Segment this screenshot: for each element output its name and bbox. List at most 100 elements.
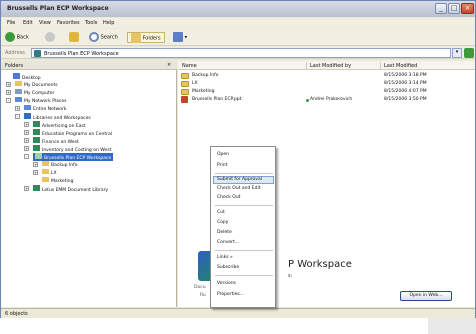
views-icon — [173, 32, 183, 42]
folder-icon — [181, 89, 189, 95]
menu-item-open[interactable]: Open — [217, 152, 229, 157]
expand-icon[interactable]: + — [24, 130, 29, 135]
open-in-web-button[interactable]: Open in Web... — [400, 291, 452, 301]
menu-item-cut[interactable]: Cut — [217, 210, 225, 215]
workspace-icon — [34, 50, 41, 57]
folder-tree-pane: Folders × Desktop + My Documents + My Co… — [1, 61, 177, 307]
forward-arrow-icon — [45, 32, 55, 42]
expand-icon[interactable]: + — [24, 138, 29, 143]
expand-icon[interactable]: + — [33, 162, 38, 167]
background-patch — [428, 318, 476, 334]
window-title: Brussells Plan ECP Workspace — [7, 5, 109, 12]
tree-item-inventory[interactable]: Inventory and Costing on West — [33, 145, 111, 153]
menu-bar: File Edit View Favorites Tools Help — [1, 18, 475, 28]
workspace-icon — [24, 113, 31, 119]
tree-item-advertising[interactable]: Advertising on East — [33, 121, 86, 129]
menu-item-convert[interactable]: Convert... — [217, 240, 239, 245]
file-row[interactable]: LX 8/15/2006 3:14 PM — [178, 80, 475, 88]
tree-item-marketing[interactable]: Marketing — [42, 177, 73, 184]
menu-view[interactable]: View — [39, 20, 51, 26]
forward-button[interactable] — [45, 32, 55, 43]
menu-item-delete[interactable]: Delete — [217, 230, 232, 235]
collapse-icon[interactable]: - — [6, 98, 11, 103]
tree-item-lx[interactable]: LX — [42, 169, 57, 176]
folder-icon — [181, 73, 189, 79]
minimize-icon[interactable]: _ — [435, 3, 447, 14]
computer-icon — [15, 89, 22, 94]
views-button[interactable]: ▾ — [173, 32, 187, 43]
toolbar: Back Search Folders ▾ — [1, 29, 475, 46]
expand-icon[interactable]: + — [15, 106, 20, 111]
file-row[interactable]: Brussells Plan ECP.ppt Andrei Prakorovic… — [178, 96, 475, 104]
context-menu: Open Print Submit for Approval Check Out… — [210, 146, 276, 308]
tree-item-finance[interactable]: Finance on West — [33, 137, 79, 145]
address-bar: Address Brussells Plan ECP Workspace ▾ — [1, 47, 475, 59]
menu-item-print[interactable]: Print — [217, 163, 227, 168]
collapse-icon[interactable]: - — [15, 114, 20, 119]
tree-item-desktop[interactable]: Desktop — [13, 73, 41, 81]
tree-item-brussells-workspace[interactable]: Brussells Plan ECP Workspace — [33, 153, 114, 161]
tree-item-backup-info[interactable]: Backup Info — [42, 161, 77, 168]
address-dropdown-icon[interactable]: ▾ — [452, 48, 462, 58]
close-icon[interactable]: × — [461, 3, 474, 14]
address-input[interactable]: Brussells Plan ECP Workspace — [31, 48, 451, 58]
menu-item-properties[interactable]: Properties... — [217, 292, 244, 297]
folder-icon — [42, 161, 49, 166]
tree-item-libraries[interactable]: Libraries and Workspaces — [24, 113, 91, 121]
tree-item-my-computer[interactable]: My Computer — [15, 89, 54, 96]
menu-item-submit-for-approval[interactable]: Submit for Approval — [217, 177, 262, 182]
tree-item-entire-network[interactable]: Entire Network — [24, 105, 66, 112]
details-title: P Workspace — [288, 259, 352, 270]
menu-item-check-out-and-edit[interactable]: Check Out and Edit — [217, 186, 260, 191]
menu-item-versions[interactable]: Versions — [217, 281, 236, 286]
menu-help[interactable]: Help — [103, 20, 114, 26]
column-modified[interactable]: Last Modified — [384, 63, 417, 69]
maximize-icon[interactable]: □ — [448, 3, 460, 14]
menu-item-check-out[interactable]: Check Out — [217, 195, 240, 200]
search-icon — [89, 32, 99, 42]
menu-edit[interactable]: Edit — [23, 20, 33, 26]
tree-item-document-library[interactable]: Lotus EMM Document Library — [33, 185, 108, 193]
title-bar[interactable]: Brussells Plan ECP Workspace _ □ × — [1, 1, 475, 17]
up-folder-button[interactable] — [69, 32, 79, 43]
menu-favorites[interactable]: Favorites — [57, 20, 80, 26]
folders-button[interactable]: Folders — [127, 32, 165, 43]
tree-item-education[interactable]: Education Programs on Central — [33, 129, 112, 137]
search-button[interactable]: Search — [89, 32, 118, 43]
menu-item-subscribe[interactable]: Subscribe — [217, 265, 239, 270]
close-pane-icon[interactable]: × — [167, 62, 171, 68]
menu-item-links[interactable]: Links » — [217, 255, 233, 260]
column-name[interactable]: Name — [182, 63, 197, 69]
workspace-icon — [33, 145, 40, 151]
tree-item-network-places[interactable]: My Network Places — [15, 97, 67, 104]
back-button[interactable]: Back — [5, 32, 29, 43]
column-headers: Name Last Modified by Last Modified — [178, 61, 475, 70]
expand-icon[interactable]: + — [24, 122, 29, 127]
expand-icon[interactable]: + — [24, 186, 29, 191]
workspace-icon — [35, 153, 42, 159]
folder-icon — [181, 81, 189, 87]
folders-header: Folders × — [1, 61, 177, 70]
menu-file[interactable]: File — [7, 20, 15, 26]
go-icon[interactable] — [464, 48, 474, 58]
collapse-icon[interactable]: - — [24, 154, 29, 159]
expand-icon[interactable]: + — [24, 146, 29, 151]
expand-icon[interactable]: + — [6, 82, 11, 87]
back-arrow-icon — [5, 32, 15, 42]
file-row[interactable]: Marketing 8/15/2006 4:07 PM — [178, 88, 475, 96]
address-label: Address — [5, 50, 25, 56]
network-icon — [15, 97, 22, 102]
menu-tools[interactable]: Tools — [85, 20, 97, 26]
presence-icon — [306, 99, 309, 102]
status-text: 6 objects — [5, 311, 28, 317]
network-icon — [24, 105, 31, 110]
expand-icon[interactable]: + — [33, 170, 38, 175]
file-row[interactable]: Backup Info 8/15/2006 3:18 PM — [178, 72, 475, 80]
tree-item-my-documents[interactable]: My Documents — [15, 81, 58, 88]
column-modified-by[interactable]: Last Modified by — [310, 63, 351, 69]
menu-item-copy[interactable]: Copy — [217, 220, 228, 225]
up-folder-icon — [69, 32, 79, 42]
powerpoint-file-icon — [181, 96, 188, 103]
expand-icon[interactable]: + — [6, 90, 11, 95]
folder-icon — [15, 81, 22, 86]
